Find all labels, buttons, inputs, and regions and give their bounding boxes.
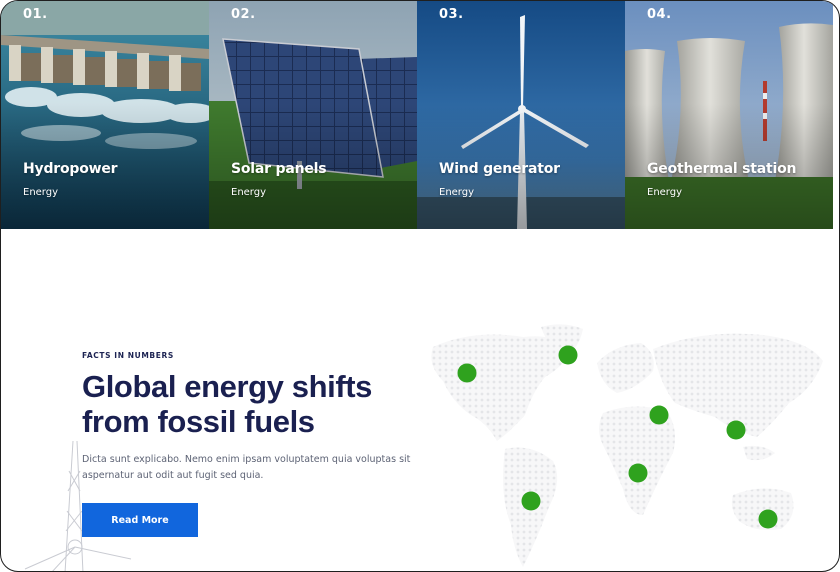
section-eyebrow: FACTS IN NUMBERS	[82, 351, 174, 360]
project-category: Energy	[647, 187, 683, 198]
location-marker-icon[interactable]	[649, 405, 669, 425]
location-marker-icon[interactable]	[521, 491, 541, 511]
page-frame: 01. Hydropower Energy 02. Solar panels E…	[0, 0, 840, 572]
read-more-button[interactable]: Read More	[82, 503, 198, 537]
section-description: Dicta sunt explicabo. Nemo enim ipsam vo…	[82, 454, 411, 481]
location-marker-icon[interactable]	[628, 463, 648, 483]
project-card-hydropower[interactable]: 01. Hydropower Energy	[1, 1, 209, 229]
world-map-icon	[431, 324, 823, 567]
project-title[interactable]: Solar panels	[231, 161, 327, 177]
project-title[interactable]: Geothermal station	[647, 161, 797, 177]
projects-strip: 01. Hydropower Energy 02. Solar panels E…	[1, 1, 833, 229]
project-card-wind[interactable]: 03. Wind generator Energy	[417, 1, 625, 229]
project-category: Energy	[231, 187, 267, 198]
project-title[interactable]: Hydropower	[23, 161, 118, 177]
location-marker-icon[interactable]	[457, 363, 477, 383]
project-card-geothermal[interactable]: 04. Geothermal station Energy	[625, 1, 833, 229]
location-marker-icon[interactable]	[758, 509, 778, 529]
project-category: Energy	[23, 187, 59, 198]
project-number: 03.	[439, 7, 464, 22]
project-number: 02.	[231, 7, 256, 22]
project-number: 04.	[647, 7, 672, 22]
project-title[interactable]: Wind generator	[439, 161, 560, 177]
location-marker-icon[interactable]	[726, 420, 746, 440]
project-category: Energy	[439, 187, 475, 198]
section-heading: Global energy shifts from fossil fuels	[82, 369, 373, 439]
project-card-solar[interactable]: 02. Solar panels Energy	[209, 1, 417, 229]
map-landmass	[431, 324, 823, 567]
location-marker-icon[interactable]	[558, 345, 578, 365]
project-number: 01.	[23, 7, 48, 22]
